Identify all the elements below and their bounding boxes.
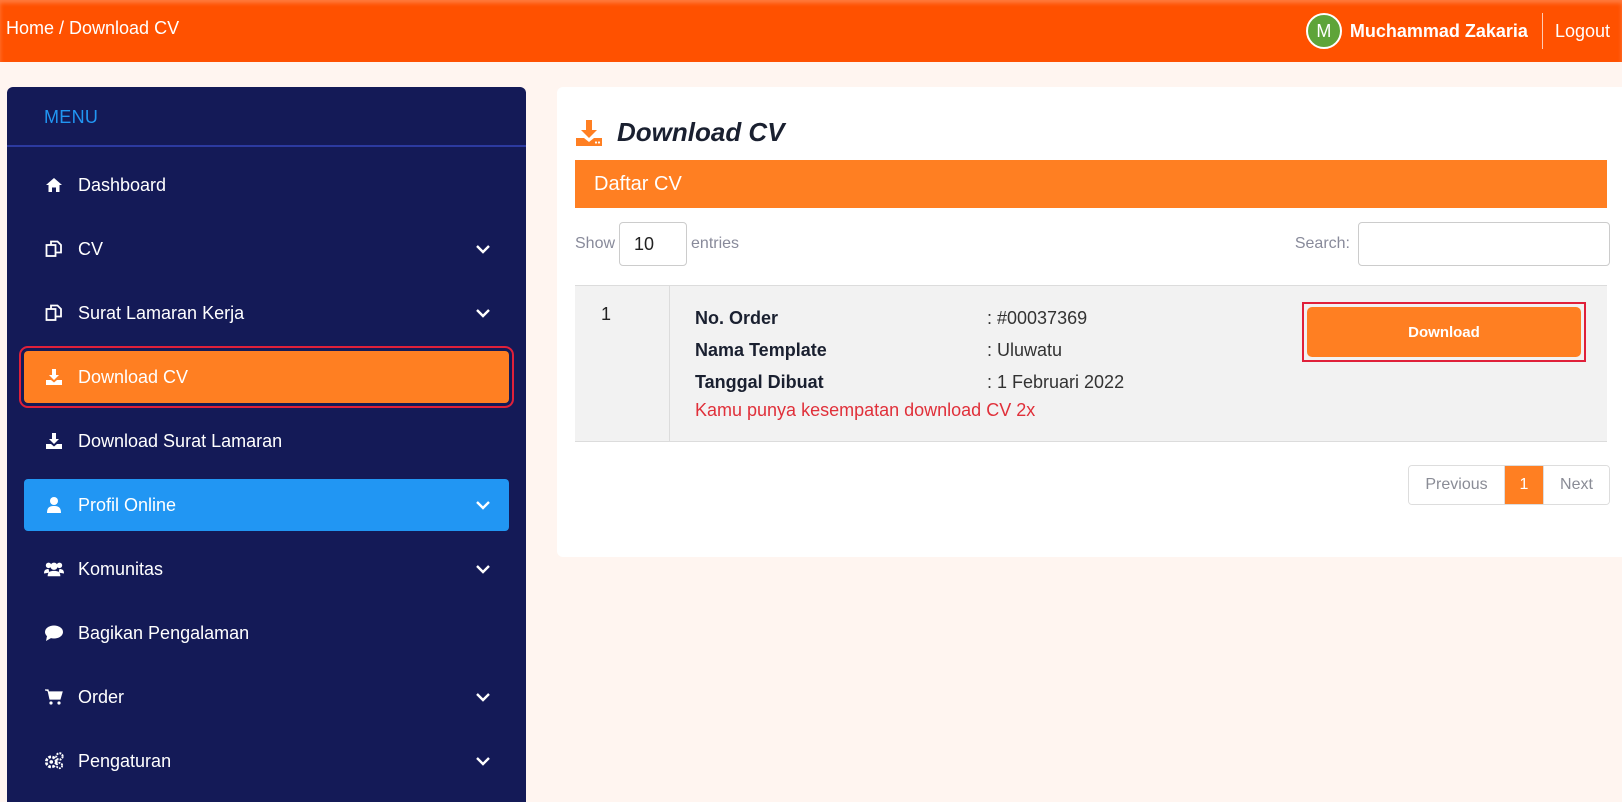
top-navbar: Home / Download CV M Muchammad Zakaria L… [0, 0, 1622, 62]
cart-icon [44, 687, 64, 707]
pagination: Previous 1 Next [1408, 465, 1610, 505]
pagination-next[interactable]: Next [1543, 466, 1609, 504]
copy-icon [44, 303, 64, 323]
page-title-row: Download CV [575, 117, 785, 148]
date-value: : 1 Februari 2022 [987, 371, 1125, 392]
chevron-down-icon [476, 565, 490, 574]
date-label: Tanggal Dibuat [695, 371, 824, 392]
sidebar-item-label: Bagikan Pengalaman [78, 622, 250, 643]
search-area: Search: [1295, 222, 1610, 266]
sidebar: MENU Dashboard CV Surat Lamaran Kerja Do… [7, 87, 526, 802]
breadcrumb-text[interactable]: Home / Download CV [6, 18, 179, 38]
page-title: Download CV [617, 117, 785, 147]
entries-select[interactable]: 10 [619, 222, 688, 266]
order-row: No. Order : #00037369 [695, 302, 1124, 334]
sidebar-item-order[interactable]: Order [24, 671, 509, 723]
comment-icon [44, 623, 64, 643]
order-value: : #00037369 [987, 307, 1088, 328]
breadcrumb[interactable]: Home / Download CV [6, 18, 179, 39]
content-card: Download CV Daftar CV Show 10 entries Se… [557, 87, 1622, 557]
sidebar-item-label: CV [78, 238, 104, 259]
menu-title: MENU [7, 87, 526, 147]
home-icon [44, 175, 64, 195]
search-label: Search: [1294, 235, 1350, 252]
pagination-page-1[interactable]: 1 [1505, 466, 1543, 504]
show-entries: Show 10 entries [575, 222, 739, 266]
user-area: M Muchammad Zakaria Logout [1305, 12, 1622, 50]
copy-icon [44, 239, 64, 259]
chevron-down-icon [476, 309, 490, 318]
download-quota-note: Kamu punya kesempatan download CV 2x [695, 400, 1036, 420]
row-number: 1 [575, 286, 670, 441]
template-label: Nama Template [695, 339, 827, 360]
template-row: Nama Template : Uluwatu [695, 334, 1124, 366]
sidebar-item-dashboard[interactable]: Dashboard [24, 159, 509, 211]
sidebar-item-label: Profil Online [78, 494, 177, 515]
users-icon [44, 559, 64, 579]
sidebar-item-surat-lamaran-kerja[interactable]: Surat Lamaran Kerja [24, 287, 509, 339]
show-label: Show [575, 235, 616, 252]
cogs-icon [44, 751, 64, 771]
template-value: : Uluwatu [987, 339, 1063, 360]
sidebar-item-label: Order [78, 686, 125, 707]
cv-details: No. Order : #00037369 Nama Template : Ul… [695, 302, 1124, 421]
sidebar-item-label: Surat Lamaran Kerja [78, 302, 245, 323]
download-icon [44, 367, 64, 387]
sidebar-item-cv[interactable]: CV [24, 223, 509, 275]
sidebar-item-download-cv[interactable]: Download CV [19, 346, 514, 408]
divider [1541, 13, 1543, 49]
chevron-down-icon [476, 245, 490, 254]
menu-list: Dashboard CV Surat Lamaran Kerja Downloa… [7, 147, 526, 787]
logout-link[interactable]: Logout [1555, 21, 1610, 42]
sidebar-item-profil-online[interactable]: Profil Online [24, 479, 509, 531]
download-icon [44, 431, 64, 451]
sidebar-item-label: Pengaturan [78, 750, 172, 771]
sidebar-item-label: Download CV [78, 366, 189, 387]
sidebar-item-pengaturan[interactable]: Pengaturan [24, 735, 509, 787]
entries-label: entries [691, 235, 740, 252]
chevron-down-icon [476, 501, 490, 510]
download-button-highlight: Download [1302, 302, 1586, 362]
pagination-previous[interactable]: Previous [1409, 466, 1505, 504]
download-button[interactable]: Download [1307, 307, 1581, 357]
avatar[interactable]: M [1305, 13, 1342, 49]
sidebar-item-label: Dashboard [78, 174, 167, 195]
order-label: No. Order [695, 307, 779, 328]
chevron-down-icon [476, 693, 490, 702]
user-name[interactable]: Muchammad Zakaria [1350, 21, 1528, 42]
sidebar-item-bagikan-pengalaman[interactable]: Bagikan Pengalaman [24, 607, 509, 659]
sidebar-item-label: Download Surat Lamaran [78, 430, 283, 451]
table-row: 1 No. Order : #00037369 Nama Template : … [575, 285, 1607, 442]
sidebar-item-label: Komunitas [78, 558, 164, 579]
section-header: Daftar CV [575, 160, 1607, 208]
search-input[interactable] [1358, 222, 1610, 266]
sidebar-item-komunitas[interactable]: Komunitas [24, 543, 509, 595]
user-icon [44, 495, 64, 515]
date-row: Tanggal Dibuat : 1 Februari 2022 [695, 366, 1124, 398]
download-icon [576, 119, 602, 146]
sidebar-item-download-surat-lamaran[interactable]: Download Surat Lamaran [24, 415, 509, 467]
chevron-down-icon [476, 757, 490, 766]
